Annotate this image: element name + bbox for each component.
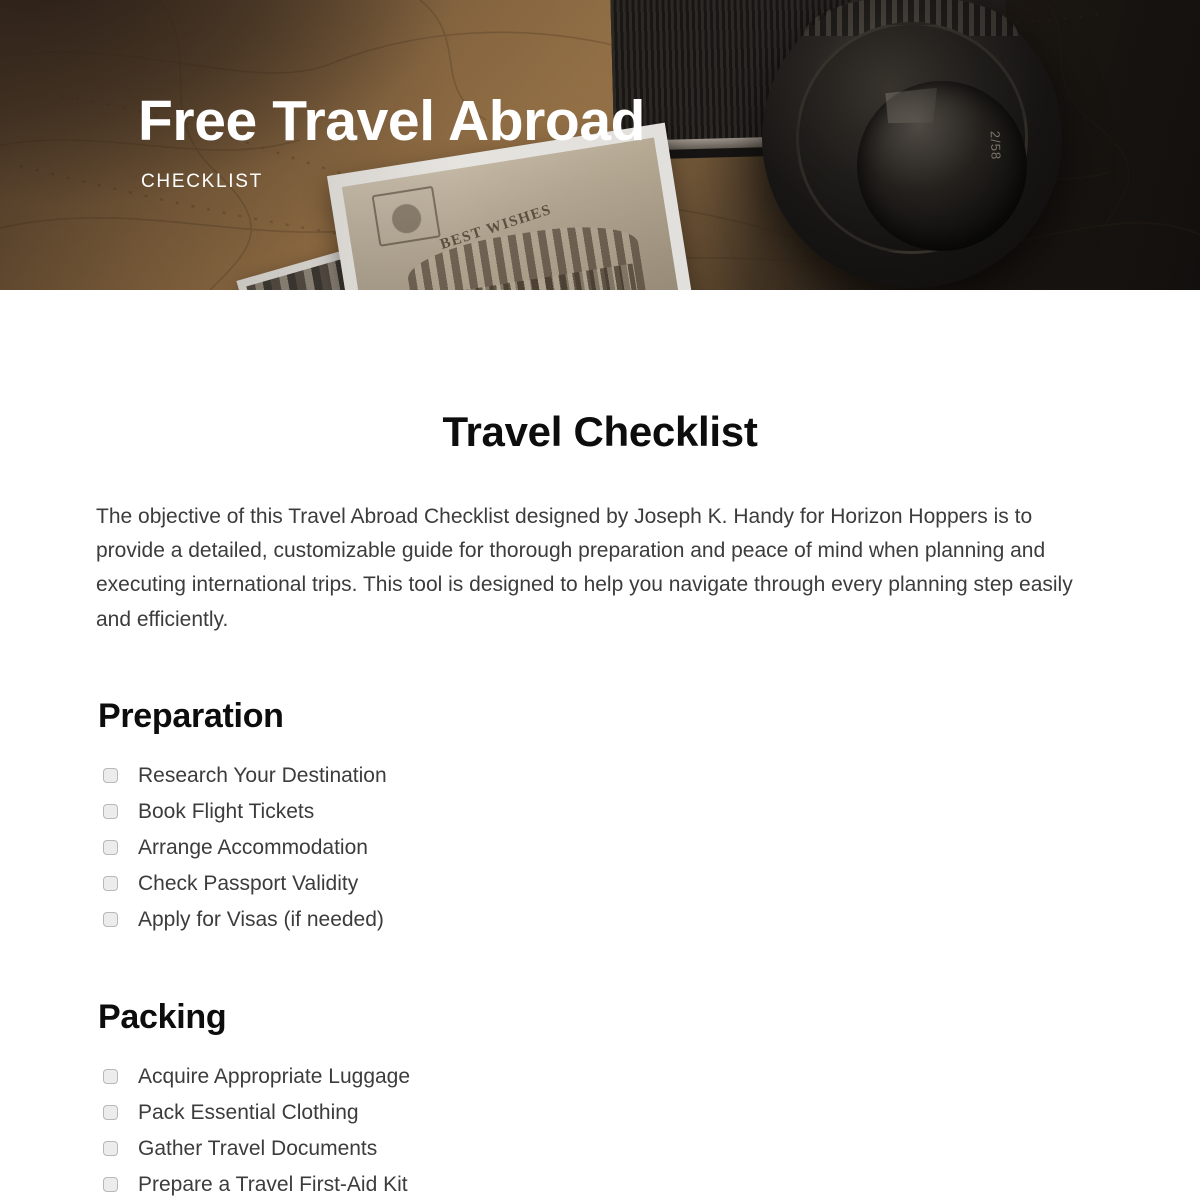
list-item[interactable]: Gather Travel Documents [96,1131,1104,1167]
list-item-label: Book Flight Tickets [138,800,315,824]
checkbox-icon[interactable] [103,1069,118,1085]
checkbox-icon[interactable] [103,1177,118,1193]
hero-subtitle: CHECKLIST [141,170,263,192]
list-item-label: Prepare a Travel First-Aid Kit [138,1173,408,1197]
list-item[interactable]: Book Flight Tickets [96,794,1104,830]
list-item-label: Check Passport Validity [138,872,359,896]
list-item[interactable]: Pack Essential Clothing [96,1095,1104,1131]
hero-banner: 2/58 BEST WISHES Greetings from PORT BRO… [0,0,1200,290]
checkbox-icon[interactable] [103,768,118,784]
section-preparation: Preparation Research Your Destination Bo… [96,697,1104,938]
checklist-preparation: Research Your Destination Book Flight Ti… [96,758,1104,938]
list-item[interactable]: Prepare a Travel First-Aid Kit [96,1167,1104,1198]
checkbox-icon[interactable] [103,1141,118,1157]
list-item[interactable]: Acquire Appropriate Luggage [96,1059,1104,1095]
list-item-label: Arrange Accommodation [138,836,368,860]
checkbox-icon[interactable] [103,804,118,820]
section-title-preparation: Preparation [98,696,284,735]
list-item[interactable]: Research Your Destination [96,758,1104,794]
checklist-page: 2/58 BEST WISHES Greetings from PORT BRO… [0,0,1200,1198]
checkbox-icon[interactable] [103,1105,118,1121]
list-item-label: Apply for Visas (if needed) [138,908,384,932]
page-title: Travel Checklist [442,408,758,455]
section-packing: Packing Acquire Appropriate Luggage Pack… [96,998,1104,1198]
checkbox-icon[interactable] [103,876,118,892]
list-item-label: Pack Essential Clothing [138,1101,359,1125]
checkbox-icon[interactable] [103,912,118,928]
checklist-packing: Acquire Appropriate Luggage Pack Essenti… [96,1059,1104,1198]
list-item-label: Gather Travel Documents [138,1137,378,1161]
list-item[interactable]: Arrange Accommodation [96,830,1104,866]
list-item-label: Research Your Destination [138,764,387,788]
document-content: Travel Checklist The objective of this T… [0,290,1200,1198]
checkbox-icon[interactable] [103,840,118,856]
list-item-label: Acquire Appropriate Luggage [138,1065,411,1089]
list-item[interactable]: Check Passport Validity [96,866,1104,902]
section-title-packing: Packing [98,997,227,1036]
hero-title: Free Travel Abroad [138,89,646,153]
intro-paragraph: The objective of this Travel Abroad Chec… [96,505,1073,631]
list-item[interactable]: Apply for Visas (if needed) [96,902,1104,938]
hero-text-block: Free Travel Abroad CHECKLIST [138,89,646,193]
